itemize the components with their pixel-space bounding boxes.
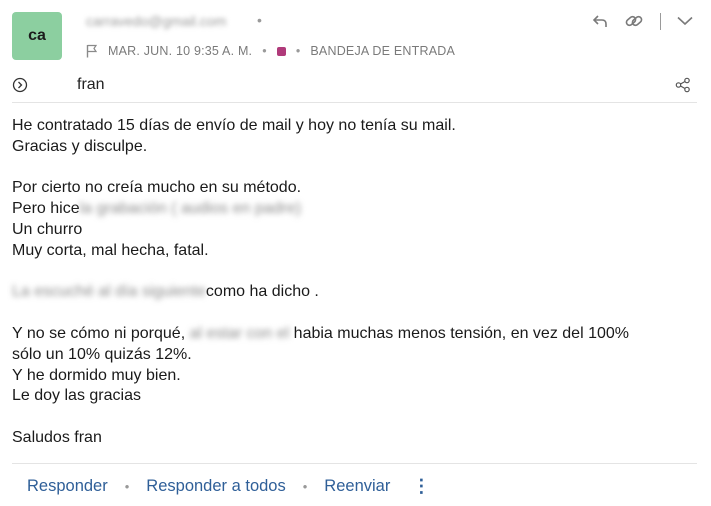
blurred-text: al estar con el: [189, 324, 290, 342]
message-meta: MAR. JUN. 10 9:35 A. M. • • BANDEJA DE E…: [86, 40, 455, 62]
reply-button[interactable]: Responder: [27, 477, 108, 496]
folder-label[interactable]: BANDEJA DE ENTRADA: [310, 44, 455, 58]
link-icon[interactable]: [624, 12, 644, 30]
body-line: He contratado 15 días de envío de mail y…: [12, 117, 456, 134]
recipient-row: fran: [12, 68, 697, 103]
body-text: habia muchas menos tensión, en vez del 1…: [293, 324, 629, 342]
message-date: MAR. JUN. 10 9:35 A. M.: [108, 44, 253, 58]
body-line: Muy corta, mal hecha, fatal.: [12, 241, 209, 259]
body-line: Pero hicela grabación ( audios en padre): [12, 199, 691, 220]
body-line: La escuché al día siguientecomo ha dicho…: [12, 282, 691, 303]
body-text: Pero hice: [12, 200, 80, 218]
separator-dot: •: [302, 479, 308, 494]
avatar[interactable]: ca: [12, 12, 62, 60]
body-line: Por cierto no creía mucho en su método.: [12, 179, 302, 197]
expand-icon[interactable]: [12, 77, 28, 93]
body-text: como ha dicho .: [205, 283, 319, 301]
divider: [660, 12, 661, 30]
body-line: Gracias y disculpe.: [12, 137, 148, 155]
body-text: Y no se cómo ni porqué,: [12, 324, 186, 342]
body-line: Y he dormido muy bien.: [12, 366, 181, 384]
separator-dot: •: [262, 44, 267, 58]
avatar-initials: ca: [28, 27, 46, 44]
blurred-text: La escuché al día siguiente: [12, 283, 206, 301]
blurred-text: la grabación ( audios en padre): [79, 200, 302, 218]
message-body: He contratado 15 días de envío de mail y…: [12, 116, 691, 449]
separator-dot: •: [295, 44, 301, 58]
label-tag[interactable]: [276, 46, 286, 56]
reply-bar: Responder • Responder a todos • Reenviar…: [27, 476, 430, 497]
chevron-down-icon[interactable]: [677, 16, 693, 26]
body-line: Saludos fran: [12, 428, 102, 446]
body-line: Y no se cómo ni porqué, al estar con el …: [12, 324, 691, 345]
reply-icon[interactable]: [592, 14, 608, 28]
separator-dot: •: [124, 479, 130, 494]
divider: [12, 463, 697, 464]
body-line: Le doy las gracias: [12, 387, 141, 405]
body-line: Un churro: [12, 220, 83, 238]
sender-email[interactable]: carravedo@gmail.com: [86, 13, 226, 29]
share-icon[interactable]: [675, 77, 691, 93]
forward-button[interactable]: Reenviar: [324, 477, 390, 496]
message-actions: [592, 12, 693, 30]
separator-dot: •: [257, 12, 262, 28]
recipient-name[interactable]: fran: [77, 76, 105, 94]
reply-all-button[interactable]: Responder a todos: [146, 477, 285, 496]
body-line: sólo un 10% quizás 12%.: [12, 345, 192, 363]
flag-icon[interactable]: [86, 44, 98, 58]
more-options-icon[interactable]: ⋮: [412, 476, 430, 497]
